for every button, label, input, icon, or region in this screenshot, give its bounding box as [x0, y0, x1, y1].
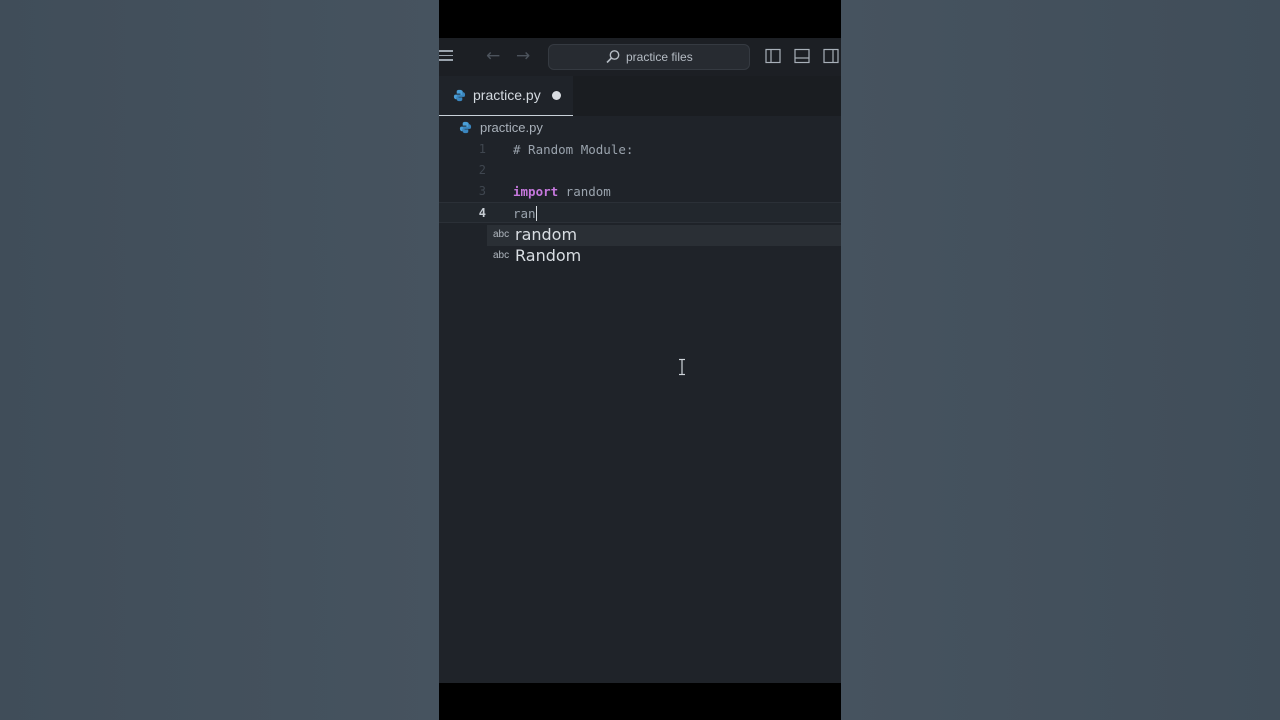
tab-practice-py[interactable]: practice.py: [439, 76, 573, 116]
tab-label: practice.py: [473, 87, 541, 103]
typed-text: ran: [513, 206, 537, 221]
code-line[interactable]: 2: [439, 160, 841, 181]
toggle-panel-icon[interactable]: [794, 48, 810, 64]
code-line[interactable]: 3 import random: [439, 181, 841, 202]
command-center-search[interactable]: practice files: [548, 44, 750, 70]
code-comment: # Random Module:: [513, 142, 634, 157]
back-arrow-icon[interactable]: ←: [486, 46, 500, 66]
code-statement: import random: [513, 184, 611, 199]
word-kind-icon: abc: [493, 250, 510, 261]
python-file-icon: [453, 89, 466, 102]
background-right: [841, 0, 1280, 720]
editor-window: ← → practice files practice.py practice.…: [439, 38, 841, 683]
toggle-primary-sidebar-icon[interactable]: [765, 48, 781, 64]
mouse-ibeam-cursor-icon: [679, 358, 685, 376]
title-bar: ← → practice files: [439, 38, 841, 76]
typed-word: ran: [513, 206, 536, 221]
breadcrumb-file-label: practice.py: [480, 120, 543, 135]
background-left: [0, 0, 439, 720]
line-number: 2: [478, 163, 486, 177]
suggestion-item[interactable]: abc Random: [487, 246, 841, 267]
unsaved-changes-dot-icon[interactable]: [552, 91, 561, 100]
tab-bar: practice.py: [439, 76, 841, 116]
forward-arrow-icon[interactable]: →: [516, 46, 530, 66]
line-number: 1: [478, 142, 486, 156]
keyword-import: import: [513, 184, 559, 199]
toggle-secondary-sidebar-icon[interactable]: [823, 48, 839, 64]
suggestion-label: random: [515, 225, 578, 244]
current-code-line[interactable]: 4 ran: [439, 202, 841, 223]
line-number: 3: [478, 184, 486, 198]
suggestion-label: Random: [515, 246, 582, 265]
video-frame: ← → practice files practice.py practice.…: [439, 0, 841, 720]
module-name: random: [558, 184, 611, 199]
code-line[interactable]: 1 # Random Module:: [439, 139, 841, 160]
python-file-icon: [459, 121, 472, 134]
search-icon: [606, 50, 620, 64]
suggestion-item[interactable]: abc random: [487, 225, 841, 246]
hamburger-menu-icon[interactable]: [439, 50, 453, 62]
autocomplete-widget: abc random abc Random: [487, 225, 841, 267]
line-number: 4: [478, 206, 486, 220]
text-cursor: [535, 206, 537, 221]
word-kind-icon: abc: [493, 229, 510, 240]
search-label: practice files: [626, 50, 693, 64]
